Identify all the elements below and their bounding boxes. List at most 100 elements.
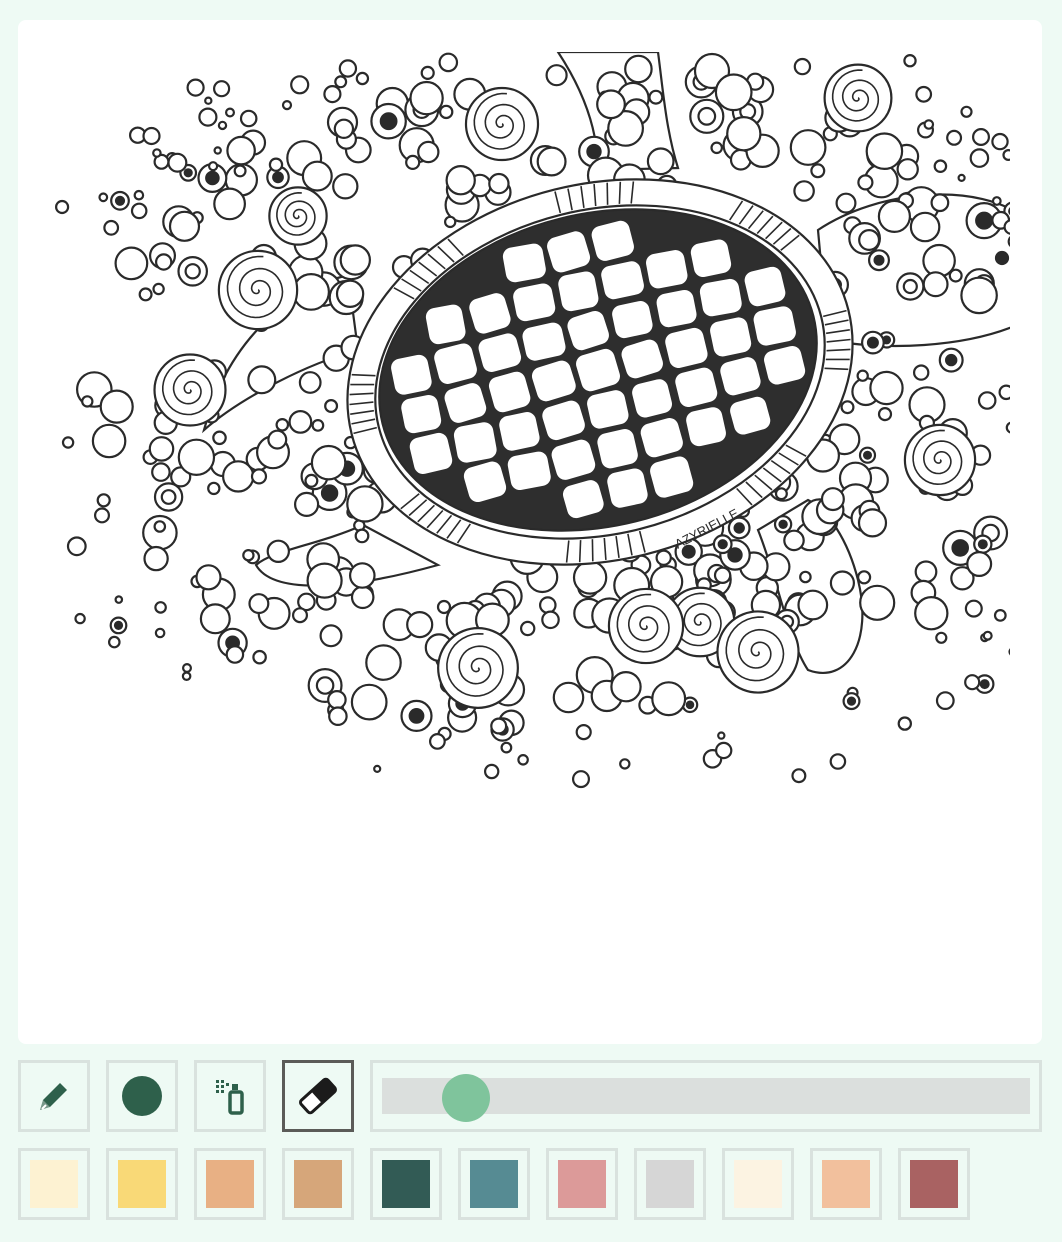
bubble — [793, 180, 815, 202]
bubble — [717, 731, 726, 740]
bubble — [541, 610, 560, 630]
bubble — [490, 717, 508, 735]
color-swatch-light-gray[interactable] — [634, 1148, 706, 1220]
bubble — [109, 616, 128, 635]
bubble — [151, 462, 171, 482]
bubble — [96, 493, 111, 508]
bubble — [933, 159, 948, 173]
bubble — [311, 419, 325, 432]
bubble — [335, 279, 365, 308]
bubble — [306, 562, 343, 599]
bubble — [304, 473, 319, 488]
color-swatch-dark-teal[interactable] — [370, 1148, 442, 1220]
bubble — [199, 603, 231, 635]
bubble — [292, 272, 331, 311]
bubble — [103, 219, 120, 236]
bubble — [938, 347, 964, 373]
bubble — [624, 54, 653, 84]
bubble — [207, 481, 221, 496]
bubble — [726, 115, 762, 152]
bubble — [225, 645, 245, 664]
bubble — [213, 187, 247, 221]
swatch-fill — [734, 1160, 782, 1208]
spiral — [437, 627, 519, 709]
bubble — [400, 699, 433, 733]
brush-size-slider[interactable] — [370, 1060, 1042, 1132]
bubble — [281, 99, 293, 111]
pencil-icon — [40, 1083, 67, 1110]
bubble — [713, 566, 732, 585]
rim-stripe — [578, 540, 582, 563]
bubble — [517, 753, 529, 766]
bubble — [154, 601, 167, 614]
bubble — [935, 691, 955, 710]
bubble — [54, 199, 70, 215]
bubble — [212, 430, 227, 446]
bubble — [857, 174, 874, 191]
bubble — [923, 119, 935, 130]
bubble — [66, 536, 87, 557]
color-swatch-yellow[interactable] — [106, 1148, 178, 1220]
bubble — [712, 534, 733, 555]
bubble — [213, 80, 231, 98]
bubble — [877, 199, 912, 233]
bubble — [948, 268, 963, 283]
bubble — [93, 507, 110, 524]
color-swatch-apricot[interactable] — [194, 1148, 266, 1220]
bubble — [982, 630, 993, 641]
pencil-tool-button[interactable] — [18, 1060, 90, 1132]
bubble — [217, 120, 228, 131]
bubble — [292, 607, 309, 624]
bubble — [966, 550, 993, 577]
bubble — [248, 593, 270, 615]
bubble — [186, 78, 205, 97]
spray-icon — [216, 1080, 244, 1115]
bubble — [865, 132, 904, 171]
color-swatch-teal[interactable] — [458, 1148, 530, 1220]
bubble — [182, 662, 193, 673]
rim-stripe — [351, 373, 376, 377]
bubble — [648, 89, 664, 105]
bubble — [98, 192, 109, 203]
slider-thumb[interactable] — [442, 1074, 491, 1122]
bubble — [370, 102, 407, 140]
color-swatch-peach[interactable] — [810, 1148, 882, 1220]
bubble — [153, 482, 184, 512]
bubble — [233, 164, 247, 178]
bubble — [857, 508, 888, 538]
bubble — [783, 529, 805, 552]
bubble — [646, 147, 675, 176]
bubble — [835, 192, 857, 214]
color-swatch-maroon[interactable] — [898, 1148, 970, 1220]
eraser-tool-button[interactable] — [282, 1060, 354, 1132]
color-swatch-rose[interactable] — [546, 1148, 618, 1220]
bubble — [181, 671, 192, 682]
bubble — [405, 154, 421, 170]
bubble — [288, 410, 313, 434]
coloring-canvas[interactable]: AZYRIELLE — [18, 20, 1042, 1044]
bubble — [445, 164, 476, 196]
color-swatch-tan[interactable] — [282, 1148, 354, 1220]
bubble — [869, 370, 904, 406]
brush-tool-button[interactable] — [106, 1060, 178, 1132]
bubble — [897, 716, 913, 731]
bubble — [960, 105, 973, 118]
bubble — [913, 364, 930, 381]
bubble — [993, 609, 1007, 622]
bubble — [651, 681, 687, 717]
spiral — [607, 587, 685, 665]
bubble — [971, 127, 990, 146]
spiral — [823, 63, 893, 133]
swatch-fill — [30, 1160, 78, 1208]
color-swatch-ivory[interactable] — [722, 1148, 794, 1220]
bubble — [488, 172, 510, 195]
bubble — [575, 723, 592, 741]
bubble — [536, 146, 567, 177]
bubble — [791, 768, 807, 784]
swatch-fill — [558, 1160, 606, 1208]
bubble — [99, 389, 134, 424]
color-swatch-cream[interactable] — [18, 1148, 90, 1220]
bubble — [715, 741, 733, 760]
spray-tool-button[interactable] — [194, 1060, 266, 1132]
eraser-icon — [299, 1077, 337, 1115]
